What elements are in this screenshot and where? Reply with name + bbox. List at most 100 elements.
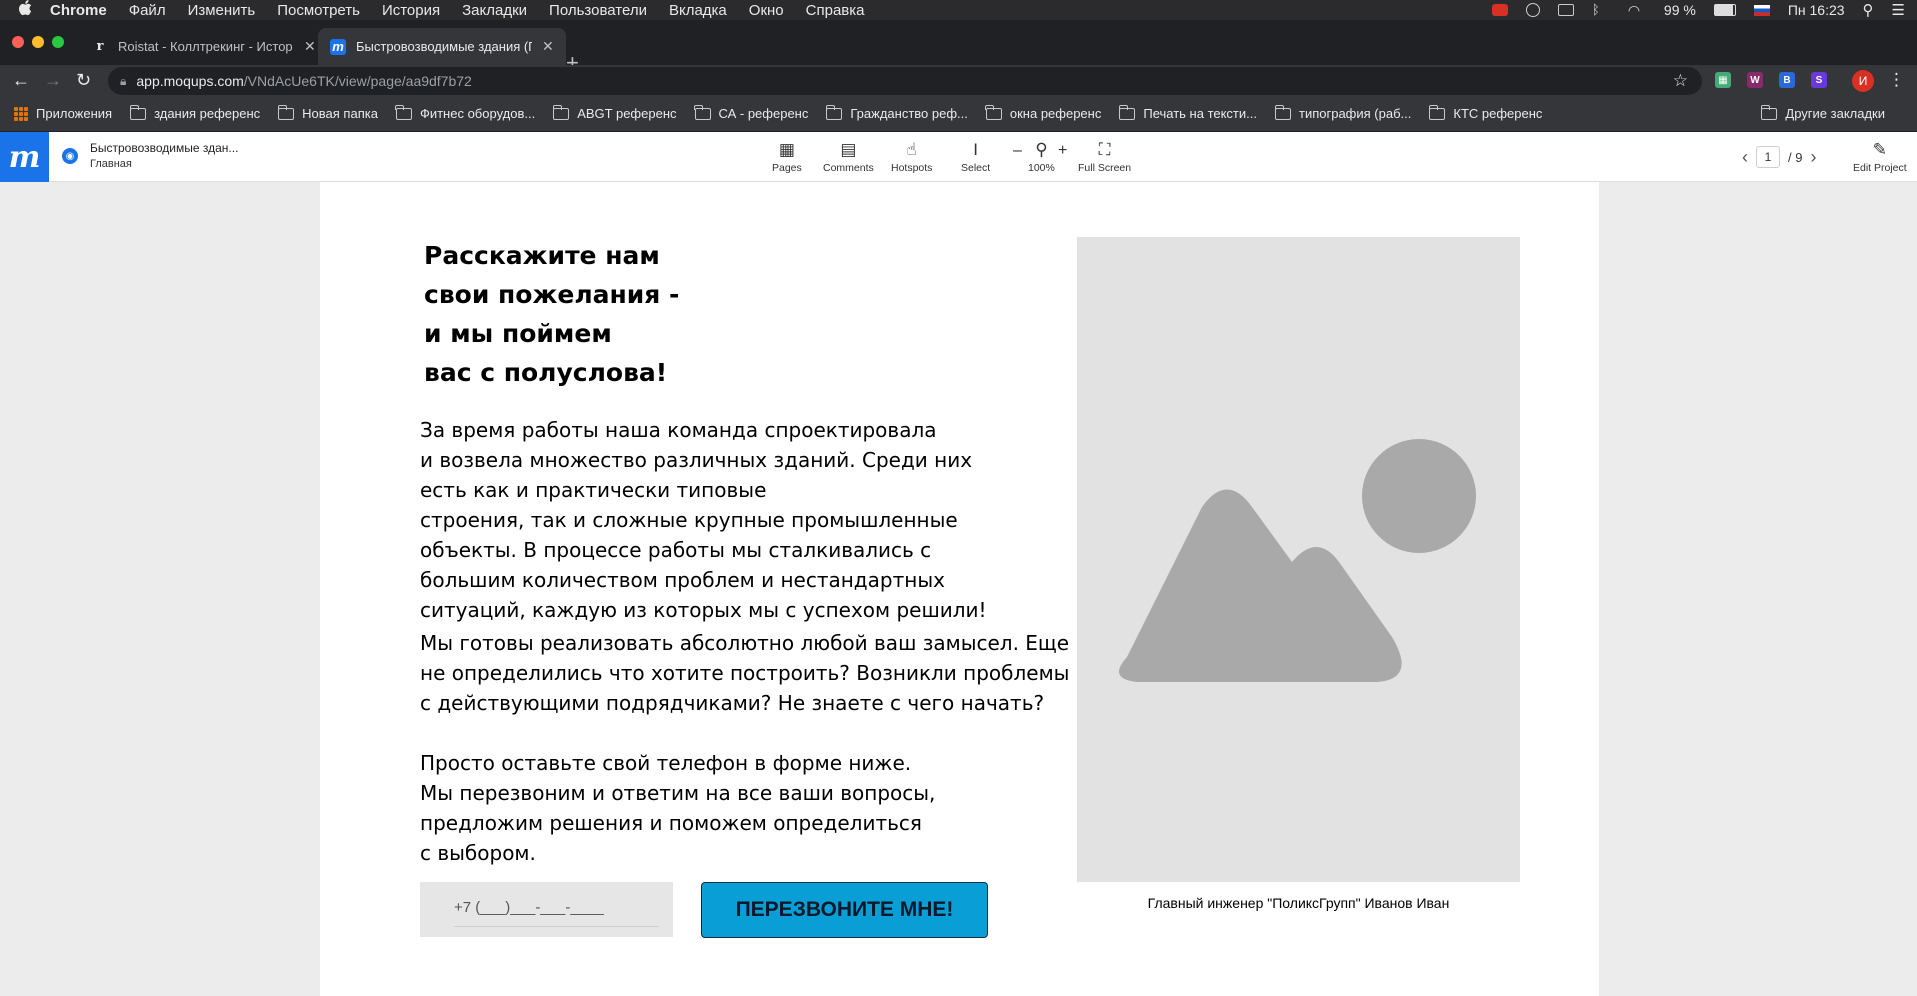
zoom-in-button[interactable]: + <box>1058 142 1067 160</box>
project-name[interactable]: Быстровозводимые здан... <box>90 141 238 155</box>
menu-bookmarks[interactable]: Закладки <box>462 2 527 19</box>
next-page-icon[interactable]: › <box>1810 147 1816 168</box>
tool-label: Full Screen <box>1078 162 1132 174</box>
apple-icon[interactable] <box>0 0 50 20</box>
pages-button[interactable]: ▦ Pages <box>772 138 802 174</box>
bookmark-folder[interactable]: Новая папка <box>277 104 378 121</box>
bluetooth-icon[interactable]: ᛒ <box>1592 3 1610 16</box>
tab-title: Быстровозводимые здания (Г <box>356 39 532 54</box>
tab-moqups[interactable]: m Быстровозводимые здания (Г ✕ <box>318 28 566 65</box>
bookmark-label: Печать на тексти... <box>1143 106 1257 121</box>
roistat-favicon-icon: r <box>96 39 104 54</box>
page-total: / 9 <box>1788 149 1803 165</box>
page-name: Главная <box>90 158 132 170</box>
creative-cloud-icon[interactable] <box>1525 3 1540 17</box>
forward-arrow-icon[interactable]: → <box>44 70 62 91</box>
battery-percent: 99 % <box>1663 2 1696 18</box>
reload-icon[interactable]: ↻ <box>76 70 91 91</box>
folder-icon <box>1118 104 1136 120</box>
menu-view[interactable]: Посмотреть <box>277 2 360 19</box>
airplay-icon[interactable] <box>1557 4 1574 16</box>
photo-caption: Главный инженер "ПоликсГрупп" Иванов Ива… <box>1147 895 1450 911</box>
page-number-input[interactable]: 1 <box>1756 146 1780 168</box>
menu-app-name[interactable]: Chrome <box>50 2 107 19</box>
extension-1-icon[interactable]: ▦ <box>1715 72 1731 88</box>
bookmark-other[interactable]: Другие закладки <box>1760 104 1885 121</box>
zoom-out-button[interactable]: – <box>1013 142 1022 160</box>
bookmark-folder[interactable]: СА - референс <box>694 104 808 121</box>
tab-roistat[interactable]: r Roistat - Коллтрекинг - Истор ✕ <box>80 28 328 65</box>
folder-icon <box>552 104 570 120</box>
bookmark-star-icon[interactable]: ☆ <box>1673 71 1688 91</box>
bookmark-folder[interactable]: Печать на тексти... <box>1118 104 1257 121</box>
extension-3-icon[interactable]: B <box>1779 72 1795 88</box>
heading-line: свои пожелания - <box>424 280 680 309</box>
menu-history[interactable]: История <box>382 2 440 19</box>
fullscreen-button[interactable]: ⛶ Full Screen <box>1078 138 1131 174</box>
select-button[interactable]: I Select <box>961 138 990 174</box>
tool-label: Select <box>961 162 991 174</box>
folder-icon <box>1760 104 1778 120</box>
folder-icon <box>825 104 843 120</box>
bookmark-folder[interactable]: окна референс <box>985 104 1101 121</box>
url-host: app.moqups.com <box>136 73 244 89</box>
call-me-button[interactable]: ПЕРЕЗВОНИТЕ МНЕ! <box>701 882 988 938</box>
bookmark-folder[interactable]: Гражданство реф... <box>825 104 968 121</box>
extension-2-icon[interactable]: W <box>1747 72 1763 88</box>
window-zoom-button[interactable] <box>52 36 64 48</box>
back-arrow-icon[interactable]: ← <box>12 70 30 91</box>
close-tab-icon[interactable]: ✕ <box>304 38 316 55</box>
hotspots-button[interactable]: ☝ Hotspots <box>891 138 932 174</box>
close-tab-icon[interactable]: ✕ <box>542 38 554 55</box>
edit-project-label: Edit Project <box>1853 162 1907 174</box>
folder-icon <box>694 104 711 120</box>
bookmark-folder[interactable]: ABGT референс <box>552 104 677 121</box>
browser-menu-icon[interactable]: ⋮ <box>1888 70 1905 90</box>
edit-project-button[interactable]: ✎ Edit Project <box>1853 138 1907 174</box>
bookmarks-bar: Приложения здания референс Новая папка Ф… <box>0 96 1917 132</box>
pages-icon: ▦ <box>778 140 795 159</box>
spotlight-search-icon[interactable]: ⚲ <box>1863 1 1874 19</box>
url-path: /VNdAcUe6TK/view/page/aa9df7b72 <box>243 73 472 89</box>
bookmark-apps[interactable]: Приложения <box>14 106 112 121</box>
extension-4-icon[interactable]: S <box>1811 72 1827 88</box>
menu-file[interactable]: Файл <box>129 2 166 19</box>
window-minimize-button[interactable] <box>32 36 44 48</box>
control-center-icon[interactable]: ☰ <box>1892 1 1905 19</box>
comments-button[interactable]: ▤ Comments <box>823 138 874 174</box>
menu-people[interactable]: Пользователи <box>549 2 647 19</box>
battery-icon[interactable] <box>1713 4 1736 16</box>
bookmark-folder[interactable]: здания референс <box>129 104 260 121</box>
window-close-button[interactable] <box>12 36 24 48</box>
clock[interactable]: Пн 16:23 <box>1788 2 1845 18</box>
bookmark-folder[interactable]: типография (раб... <box>1274 104 1411 121</box>
bookmark-folder[interactable]: КТС референс <box>1428 104 1542 121</box>
input-underline <box>454 926 659 927</box>
moqups-logo-icon[interactable]: m <box>0 132 49 182</box>
moqups-favicon-icon: m <box>330 38 346 55</box>
menu-window[interactable]: Окно <box>749 2 784 19</box>
text-line: большим количеством проблем и нестандарт… <box>420 568 945 592</box>
menu-help[interactable]: Справка <box>806 2 865 19</box>
lock-icon[interactable]: 🔒︎ <box>120 74 126 89</box>
text-line: Мы перезвоним и ответим на все ваши вопр… <box>420 781 936 805</box>
text-line: предложим решения и поможем определиться <box>420 811 922 835</box>
menu-edit[interactable]: Изменить <box>188 2 256 19</box>
offer-paragraph: Мы готовы реализовать абсолютно любой ва… <box>420 628 1069 718</box>
bookmark-label: Приложения <box>36 106 113 121</box>
profile-avatar[interactable]: И <box>1852 70 1874 92</box>
wifi-icon[interactable]: ◠ <box>1628 3 1646 17</box>
zoom-button[interactable]: ⚲ 100% <box>1028 138 1055 174</box>
bookmark-folder[interactable]: Фитнес оборудов... <box>395 104 535 121</box>
globe-icon[interactable]: ◉ <box>62 148 78 164</box>
phone-input[interactable]: +7 (___)___-___-____ <box>420 882 673 937</box>
address-bar[interactable]: 🔒︎ app.moqups.com /VNdAcUe6TK/view/page/… <box>108 67 1702 95</box>
zoom-icon: ⚲ <box>1035 140 1048 159</box>
prev-page-icon[interactable]: ‹ <box>1742 147 1748 168</box>
menu-tab[interactable]: Вкладка <box>669 2 727 19</box>
input-source-flag-icon[interactable] <box>1753 4 1770 16</box>
text-line: строения, так и сложные крупные промышле… <box>420 508 958 532</box>
zoom-level: 100% <box>1028 162 1055 174</box>
notification-badge-icon[interactable] <box>1491 4 1508 16</box>
os-menu-bar: Chrome Файл Изменить Посмотреть История … <box>0 0 1917 20</box>
